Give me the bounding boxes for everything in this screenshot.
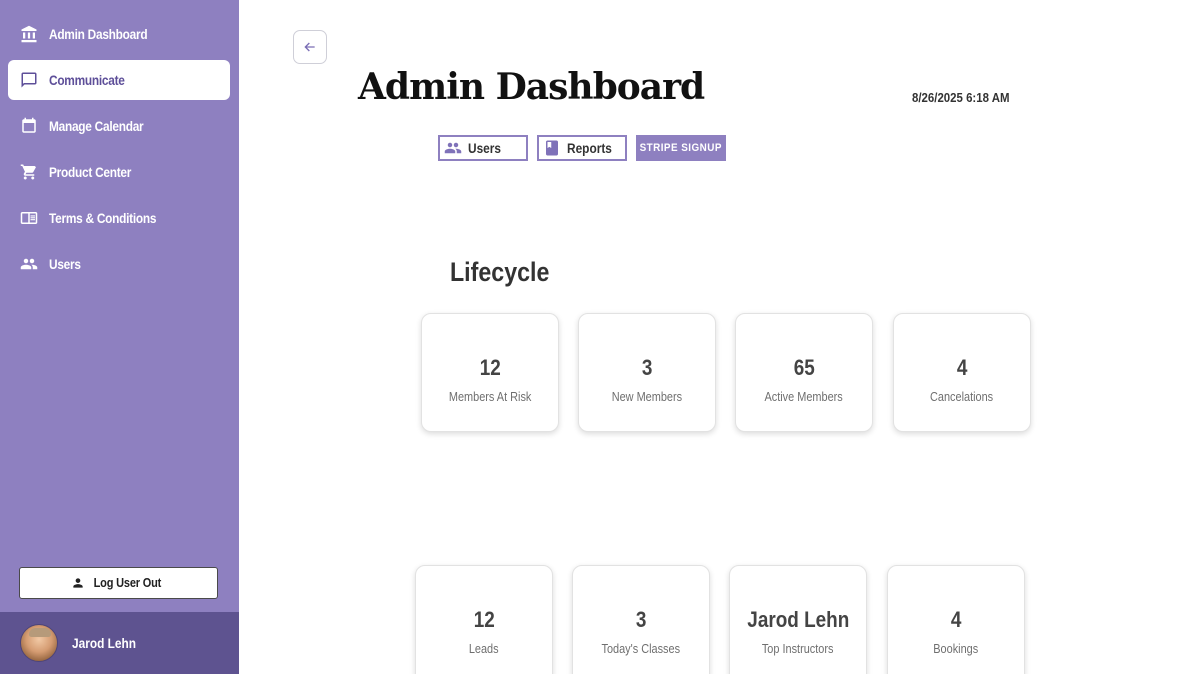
- members-at-risk-card[interactable]: 12 Members At Risk: [421, 313, 559, 432]
- sidebar-item-admin-dashboard[interactable]: Admin Dashboard: [8, 14, 230, 54]
- card-value: Jarod Lehn: [747, 607, 849, 632]
- card-label: Leads: [469, 641, 499, 656]
- chat-icon: [19, 70, 39, 90]
- users-tab-label: Users: [468, 140, 502, 156]
- todays-classes-card[interactable]: 3 Today's Classes: [572, 565, 710, 674]
- avatar: [20, 624, 58, 662]
- card-value: 12: [479, 355, 501, 380]
- sidebar-item-terms-conditions[interactable]: Terms & Conditions: [8, 198, 230, 238]
- sidebar-item-label: Admin Dashboard: [49, 26, 148, 42]
- stripe-signup-label: STRIPE SIGNUP: [639, 142, 723, 154]
- active-members-card[interactable]: 65 Active Members: [735, 313, 873, 432]
- new-members-card[interactable]: 3 New Members: [578, 313, 716, 432]
- top-instructors-card[interactable]: Jarod Lehn Top Instructors: [729, 565, 867, 674]
- card-value: 3: [641, 355, 653, 380]
- sidebar-item-product-center[interactable]: Product Center: [8, 152, 230, 192]
- card-value: 65: [793, 355, 815, 380]
- card-label: Top Instructors: [762, 641, 834, 656]
- sidebar-item-label: Communicate: [49, 72, 125, 88]
- leads-card[interactable]: 12 Leads: [415, 565, 553, 674]
- back-button[interactable]: [293, 30, 327, 64]
- users-tab-button[interactable]: Users: [438, 135, 528, 161]
- person-icon: [73, 578, 83, 588]
- reports-tab-label: Reports: [567, 140, 612, 156]
- card-label: New Members: [611, 389, 683, 404]
- user-profile-bar[interactable]: Jarod Lehn: [0, 612, 239, 674]
- bookings-card[interactable]: 4 Bookings: [887, 565, 1025, 674]
- arrow-left-icon: [304, 42, 315, 52]
- sidebar: Admin Dashboard Communicate Manage Calen…: [0, 0, 239, 674]
- calendar-icon: [19, 116, 39, 136]
- sidebar-item-manage-calendar[interactable]: Manage Calendar: [8, 106, 230, 146]
- document-icon: [19, 208, 39, 228]
- group-icon: [444, 142, 462, 154]
- card-value: 12: [473, 607, 495, 632]
- sidebar-item-label: Users: [49, 256, 81, 272]
- card-label: Active Members: [764, 389, 844, 404]
- sidebar-item-label: Product Center: [49, 164, 132, 180]
- log-out-label: Log User Out: [93, 576, 162, 590]
- user-name: Jarod Lehn: [72, 635, 137, 651]
- card-value: 4: [950, 607, 962, 632]
- cancelations-card[interactable]: 4 Cancelations: [893, 313, 1031, 432]
- current-datetime: 8/26/2025 6:18 AM: [912, 90, 1010, 105]
- page-title: Admin Dashboard: [358, 66, 705, 108]
- sidebar-item-users[interactable]: Users: [8, 244, 230, 284]
- card-value: 4: [956, 355, 968, 380]
- reports-tab-button[interactable]: Reports: [537, 135, 627, 161]
- sidebar-item-communicate[interactable]: Communicate: [8, 60, 230, 100]
- sidebar-nav: Admin Dashboard Communicate Manage Calen…: [8, 14, 230, 290]
- lifecycle-title: Lifecycle: [450, 257, 550, 287]
- card-value: 3: [635, 607, 647, 632]
- book-icon: [546, 140, 558, 156]
- card-label: Members At Risk: [448, 389, 532, 404]
- card-label: Today's Classes: [601, 641, 681, 656]
- sidebar-item-label: Terms & Conditions: [49, 210, 157, 226]
- log-out-button[interactable]: Log User Out: [19, 567, 218, 599]
- bank-icon: [19, 24, 39, 44]
- card-label: Cancelations: [930, 389, 994, 404]
- stripe-signup-button[interactable]: STRIPE SIGNUP: [636, 135, 726, 161]
- group-icon: [19, 254, 39, 274]
- dashboard-tabs: Users Reports STRIPE SIGNUP: [438, 135, 735, 161]
- card-label: Bookings: [933, 641, 979, 656]
- sidebar-item-label: Manage Calendar: [49, 118, 144, 134]
- cart-icon: [19, 162, 39, 182]
